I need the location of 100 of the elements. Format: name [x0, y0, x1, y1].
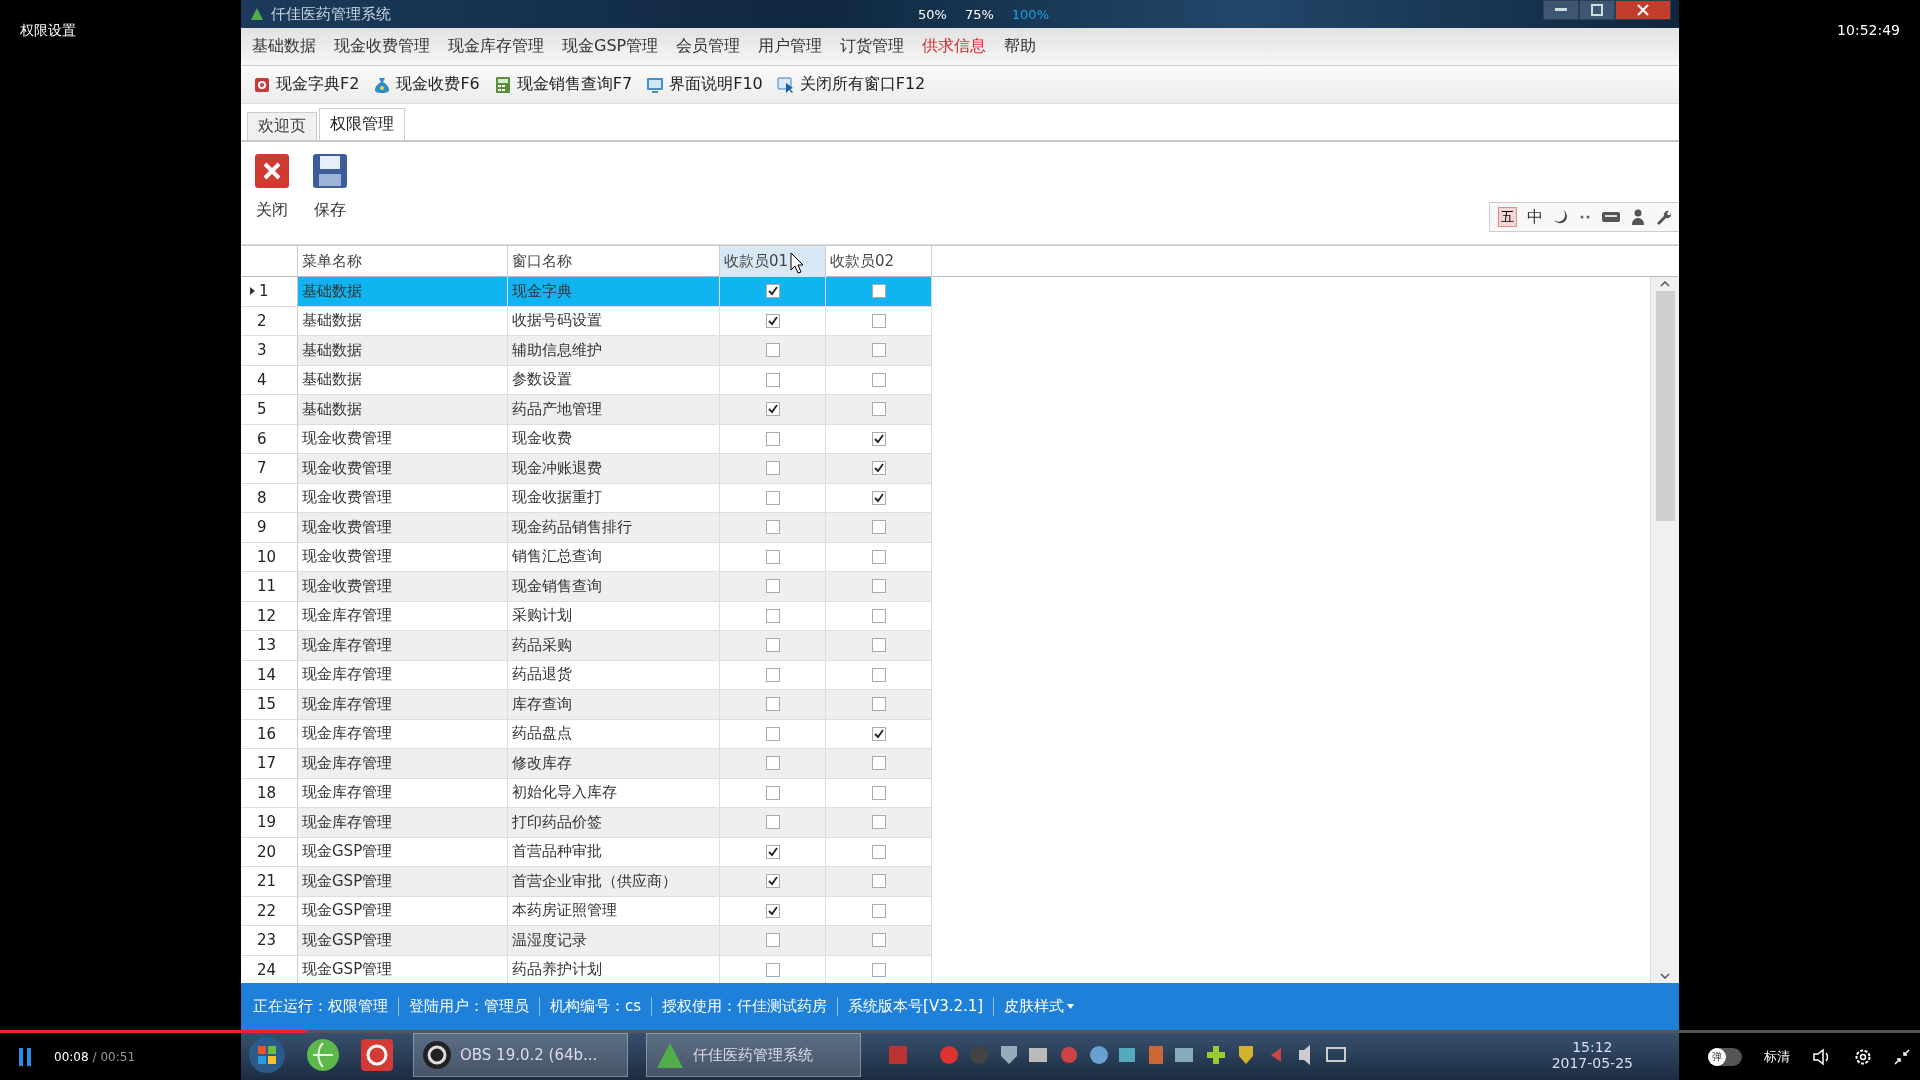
checkbox[interactable]: [871, 579, 886, 594]
table-row[interactable]: 16 现金库存管理 药品盘点: [241, 719, 932, 749]
menu-item[interactable]: 用户管理: [749, 36, 832, 57]
checkbox[interactable]: [871, 313, 886, 328]
table-row[interactable]: 15 现金库存管理 库存查询: [241, 690, 932, 720]
menu-item[interactable]: 订货管理: [831, 36, 914, 57]
checkbox[interactable]: [765, 549, 780, 564]
taskbar-app-button[interactable]: OBS 19.0.2 (64b...: [413, 1033, 628, 1077]
checkbox[interactable]: [871, 461, 886, 476]
tab[interactable]: 欢迎页: [247, 112, 317, 140]
toolbar-button[interactable]: 现金销售查询F7: [493, 74, 633, 95]
toolbar-button[interactable]: 关闭所有窗口F12: [776, 74, 926, 95]
checkbox[interactable]: [765, 756, 780, 771]
toolbar-button[interactable]: 现金字典F2: [253, 74, 360, 95]
checkbox[interactable]: [871, 667, 886, 682]
checkbox[interactable]: [871, 844, 886, 859]
column-header[interactable]: 收款员01: [720, 246, 826, 277]
checkbox[interactable]: [765, 844, 780, 859]
checkbox[interactable]: [765, 372, 780, 387]
danmaku-toggle[interactable]: 弹: [1708, 1048, 1742, 1066]
checkbox[interactable]: [765, 608, 780, 623]
close-tool-button[interactable]: 关闭: [253, 152, 291, 221]
checkbox[interactable]: [871, 874, 886, 889]
checkbox[interactable]: [871, 549, 886, 564]
table-row[interactable]: 19 现金库存管理 打印药品价签: [241, 808, 932, 838]
table-row[interactable]: 20 现金GSP管理 首营品种审批: [241, 837, 932, 867]
menu-item[interactable]: 帮助: [995, 36, 1046, 57]
table-row[interactable]: 11 现金收费管理 现金销售查询: [241, 572, 932, 602]
checkbox[interactable]: [765, 343, 780, 358]
zoom-option[interactable]: 50%: [918, 7, 947, 22]
checkbox[interactable]: [871, 284, 886, 299]
close-button[interactable]: [1615, 0, 1671, 20]
checkbox[interactable]: [765, 638, 780, 653]
checkbox[interactable]: [871, 962, 886, 977]
menu-item[interactable]: 基础数据: [243, 36, 325, 57]
checkbox[interactable]: [765, 726, 780, 741]
scrollbar-thumb[interactable]: [1655, 291, 1675, 521]
wrench-icon[interactable]: [1655, 209, 1671, 225]
pause-icon[interactable]: [18, 1047, 32, 1067]
menu-item[interactable]: 供求信息: [913, 36, 996, 57]
checkbox[interactable]: [871, 726, 886, 741]
globe-icon[interactable]: [305, 1037, 341, 1073]
toolbar-button[interactable]: 现金收费F6: [373, 74, 480, 95]
checkbox[interactable]: [871, 372, 886, 387]
table-row[interactable]: 22 现金GSP管理 本药房证照管理: [241, 896, 932, 926]
language-toggle[interactable]: 中: [1527, 206, 1543, 228]
checkbox[interactable]: [765, 815, 780, 830]
table-row[interactable]: 21 现金GSP管理 首营企业审批（供应商）: [241, 867, 932, 897]
checkbox[interactable]: [765, 490, 780, 505]
skin-dropdown[interactable]: 皮肤样式: [994, 997, 1085, 1016]
table-row[interactable]: 6 现金收费管理 现金收费: [241, 424, 932, 454]
toolbar-button[interactable]: 界面说明F10: [646, 74, 763, 95]
checkbox[interactable]: [765, 461, 780, 476]
checkbox[interactable]: [765, 903, 780, 918]
settings-icon[interactable]: [1854, 1048, 1872, 1066]
checkbox[interactable]: [765, 933, 780, 948]
exit-fullscreen-icon[interactable]: [1894, 1049, 1910, 1065]
checkbox[interactable]: [765, 402, 780, 417]
person-icon[interactable]: [1631, 209, 1645, 225]
table-row[interactable]: 12 现金库存管理 采购计划: [241, 601, 932, 631]
table-row[interactable]: 13 现金库存管理 药品采购: [241, 631, 932, 661]
tab[interactable]: 权限管理: [319, 108, 405, 140]
checkbox[interactable]: [871, 490, 886, 505]
table-row[interactable]: 1 基础数据 现金字典: [241, 277, 932, 307]
checkbox[interactable]: [871, 815, 886, 830]
checkbox[interactable]: [765, 313, 780, 328]
quality-selector[interactable]: 标清: [1764, 1048, 1790, 1066]
checkbox[interactable]: [871, 431, 886, 446]
checkbox[interactable]: [871, 756, 886, 771]
table-row[interactable]: 3 基础数据 辅助信息维护: [241, 336, 932, 366]
table-row[interactable]: 18 现金库存管理 初始化导入库存: [241, 778, 932, 808]
taskbar-app-button[interactable]: 仟佳医药管理系统: [646, 1033, 861, 1077]
table-row[interactable]: 9 现金收费管理 现金药品销售排行: [241, 513, 932, 543]
checkbox[interactable]: [871, 697, 886, 712]
checkbox[interactable]: [871, 933, 886, 948]
minimize-button[interactable]: [1543, 0, 1579, 20]
checkbox[interactable]: [765, 284, 780, 299]
checkbox[interactable]: [765, 697, 780, 712]
zoom-option[interactable]: 100%: [1011, 7, 1049, 22]
scroll-up-icon[interactable]: [1660, 281, 1670, 287]
table-row[interactable]: 5 基础数据 药品产地管理: [241, 395, 932, 425]
checkbox[interactable]: [765, 667, 780, 682]
keyboard-icon[interactable]: [1601, 210, 1621, 224]
checkbox[interactable]: [765, 874, 780, 889]
table-row[interactable]: 17 现金库存管理 修改库存: [241, 749, 932, 779]
checkbox[interactable]: [871, 520, 886, 535]
zoom-option[interactable]: 75%: [964, 7, 994, 22]
checkbox[interactable]: [871, 608, 886, 623]
table-row[interactable]: 10 现金收费管理 销售汇总查询: [241, 542, 932, 572]
menu-item[interactable]: 现金库存管理: [439, 36, 553, 57]
checkbox[interactable]: [871, 903, 886, 918]
checkbox[interactable]: [765, 785, 780, 800]
checkbox[interactable]: [871, 402, 886, 417]
checkbox[interactable]: [765, 962, 780, 977]
punctuation-icon[interactable]: [1579, 214, 1591, 220]
table-row[interactable]: 23 现金GSP管理 温湿度记录: [241, 926, 932, 956]
checkbox[interactable]: [765, 431, 780, 446]
checkbox[interactable]: [765, 579, 780, 594]
maximize-button[interactable]: [1579, 0, 1615, 20]
start-button[interactable]: [247, 1035, 287, 1075]
